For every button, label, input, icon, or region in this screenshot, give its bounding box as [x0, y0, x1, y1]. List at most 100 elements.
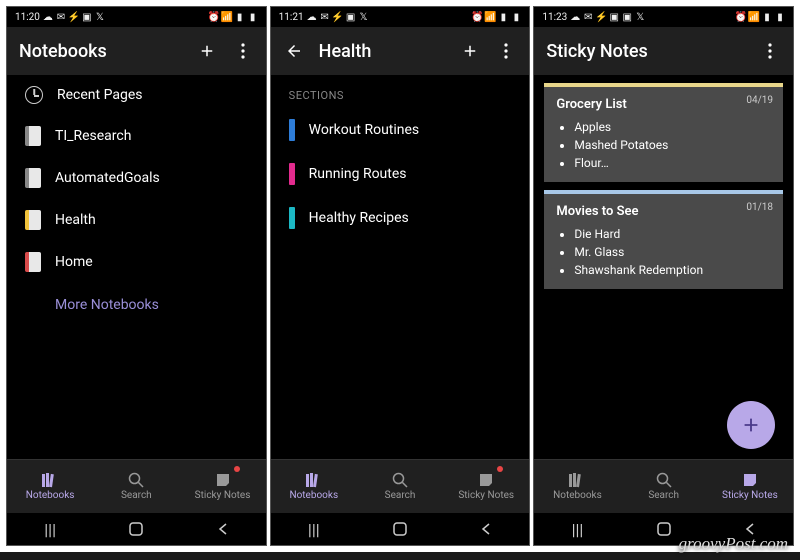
notebook-label: Health	[55, 212, 96, 228]
status-bar: 11:21 ☁ ✉ ⚡ ▣ 𝕏 ⏰ 📶 ▮ ▮	[271, 7, 530, 27]
bottom-nav: Notebooks Search Sticky Notes	[7, 459, 266, 513]
nav-label: Sticky Notes	[722, 490, 778, 501]
sticky-title: Grocery List	[556, 97, 771, 112]
section-color-icon	[289, 163, 295, 185]
nav-label: Notebooks	[289, 490, 338, 501]
nav-notebooks[interactable]: Notebooks	[7, 460, 93, 513]
overflow-menu-icon[interactable]	[495, 40, 517, 62]
sticky-bullet: Mr. Glass	[574, 243, 771, 261]
notebook-icon	[25, 252, 41, 272]
add-button[interactable]	[196, 40, 218, 62]
notebook-icon	[25, 126, 41, 146]
nav-label: Search	[121, 490, 152, 501]
image-icon: ▣	[609, 12, 619, 22]
section-label: Healthy Recipes	[309, 210, 409, 226]
status-time: 11:20	[15, 12, 40, 23]
notification-dot-icon	[234, 466, 240, 472]
signal-icon: ▮	[762, 12, 772, 22]
wifi-icon: 📶	[222, 12, 232, 22]
android-nav: |||	[271, 513, 530, 545]
section-label: Running Routes	[309, 166, 407, 182]
notebook-label: TI_Research	[55, 128, 131, 144]
sticky-note[interactable]: 04/19 Grocery List Apples Mashed Potatoe…	[544, 83, 783, 182]
image-icon: ▣	[346, 12, 356, 22]
app-bar: Health	[271, 27, 530, 75]
image-icon: ▣	[82, 12, 92, 22]
sticky-note[interactable]: 01/18 Movies to See Die Hard Mr. Glass S…	[544, 190, 783, 289]
back-arrow-button[interactable]	[283, 40, 305, 62]
section-item[interactable]: Workout Routines	[271, 108, 530, 152]
page-title: Notebooks	[19, 41, 182, 62]
notebook-item[interactable]: Health	[7, 199, 266, 241]
overflow-menu-icon[interactable]	[232, 40, 254, 62]
twitter-icon: 𝕏	[635, 12, 645, 22]
bolt-icon: ⚡	[333, 12, 343, 22]
nav-search[interactable]: Search	[93, 460, 179, 513]
recents-button[interactable]: |||	[40, 519, 60, 539]
home-button[interactable]	[654, 519, 674, 539]
back-button[interactable]	[476, 519, 496, 539]
phone-health: 11:21 ☁ ✉ ⚡ ▣ 𝕏 ⏰ 📶 ▮ ▮ Health	[270, 6, 531, 546]
more-notebooks-link[interactable]: More Notebooks	[7, 283, 266, 327]
cloud-icon: ☁	[307, 12, 317, 22]
sticky-bullet: Shawshank Redemption	[574, 261, 771, 279]
watermark: groovyPost.com	[679, 534, 788, 554]
notebook-item[interactable]: AutomatedGoals	[7, 157, 266, 199]
back-button[interactable]	[213, 519, 233, 539]
recents-button[interactable]: |||	[304, 519, 324, 539]
app-bar: Sticky Notes	[534, 27, 793, 75]
nav-notebooks[interactable]: Notebooks	[271, 460, 357, 513]
cloud-icon: ☁	[43, 12, 53, 22]
nav-notebooks[interactable]: Notebooks	[534, 460, 620, 513]
sticky-icon	[741, 472, 759, 488]
twitter-icon: 𝕏	[359, 12, 369, 22]
nav-sticky[interactable]: Sticky Notes	[707, 460, 793, 513]
phone-sticky: 11:23 ☁ ✉ ⚡ ▣ ▣ 𝕏 ⏰ 📶 ▮ ▮ Sticky Notes	[533, 6, 794, 546]
home-button[interactable]	[390, 519, 410, 539]
home-button[interactable]	[126, 519, 146, 539]
status-bar: 11:20 ☁ ✉ ⚡ ▣ 𝕏 ⏰ 📶 ▮ ▮	[7, 7, 266, 27]
notebook-item[interactable]: TI_Research	[7, 115, 266, 157]
books-icon	[568, 472, 586, 488]
books-icon	[41, 472, 59, 488]
books-icon	[305, 472, 323, 488]
nav-label: Search	[385, 490, 416, 501]
recent-pages-item[interactable]: Recent Pages	[7, 75, 266, 115]
notebook-icon	[25, 210, 41, 230]
nav-label: Sticky Notes	[195, 490, 251, 501]
sticky-icon	[214, 472, 232, 488]
notification-dot-icon	[497, 466, 503, 472]
battery-icon: ▮	[511, 12, 521, 22]
recents-button[interactable]: |||	[567, 519, 587, 539]
nav-sticky[interactable]: Sticky Notes	[443, 460, 529, 513]
wifi-icon: 📶	[749, 12, 759, 22]
phone-notebooks: 11:20 ☁ ✉ ⚡ ▣ 𝕏 ⏰ 📶 ▮ ▮ Notebooks	[6, 6, 267, 546]
status-time: 11:21	[279, 12, 304, 23]
wifi-icon: 📶	[485, 12, 495, 22]
status-bar: 11:23 ☁ ✉ ⚡ ▣ ▣ 𝕏 ⏰ 📶 ▮ ▮	[534, 7, 793, 27]
sticky-items: Die Hard Mr. Glass Shawshank Redemption	[556, 225, 771, 279]
battery-icon: ▮	[248, 12, 258, 22]
nav-search[interactable]: Search	[357, 460, 443, 513]
sticky-bullet: Apples	[574, 118, 771, 136]
status-time: 11:23	[542, 12, 567, 23]
nav-search[interactable]: Search	[621, 460, 707, 513]
search-icon	[655, 472, 673, 488]
clock-icon	[25, 86, 43, 104]
signal-icon: ▮	[235, 12, 245, 22]
nav-sticky[interactable]: Sticky Notes	[179, 460, 265, 513]
sticky-items: Apples Mashed Potatoes Flour…	[556, 118, 771, 172]
bottom-nav: Notebooks Search Sticky Notes	[534, 459, 793, 513]
overflow-menu-icon[interactable]	[759, 40, 781, 62]
alarm-icon: ⏰	[472, 12, 482, 22]
fab-add-note[interactable]	[727, 401, 775, 449]
android-nav: |||	[7, 513, 266, 545]
section-item[interactable]: Healthy Recipes	[271, 196, 530, 240]
mail-icon: ✉	[320, 12, 330, 22]
sticky-bullet: Flour…	[574, 154, 771, 172]
section-item[interactable]: Running Routes	[271, 152, 530, 196]
notebook-item[interactable]: Home	[7, 241, 266, 283]
cloud-icon: ☁	[570, 12, 580, 22]
add-button[interactable]	[459, 40, 481, 62]
section-color-icon	[289, 119, 295, 141]
